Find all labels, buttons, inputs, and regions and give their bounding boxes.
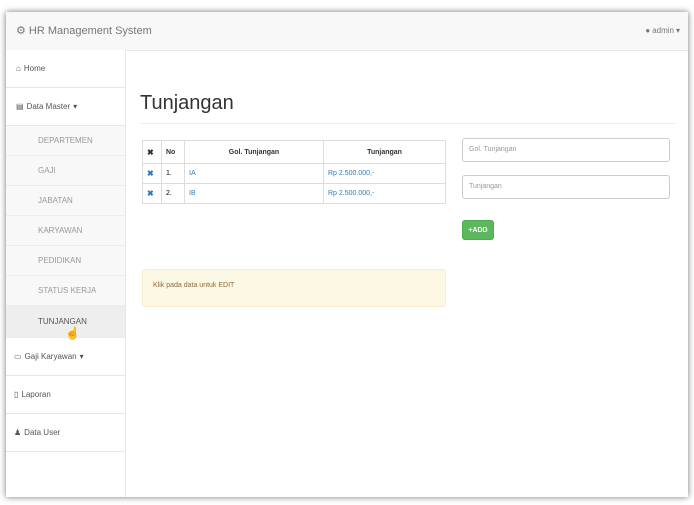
sidebar-item-label: Data Master bbox=[26, 102, 71, 111]
money-icon: ▭ bbox=[14, 352, 22, 361]
table-row[interactable]: ✖ 1. IA Rp 2.500.000,- bbox=[142, 163, 446, 184]
row-amount[interactable]: Rp 2.500.000,- bbox=[323, 183, 446, 204]
sidebar-item-label: Data User bbox=[24, 428, 61, 437]
sidebar-subitem-status-kerja[interactable]: STATUS KERJA bbox=[6, 276, 125, 306]
chevron-down-icon: ▾ bbox=[675, 26, 680, 35]
sidebar: ⌂ Home ▤ Data Master ▾ DEPARTEMEN GAJI J… bbox=[6, 50, 126, 497]
database-icon: ▤ bbox=[16, 102, 24, 111]
sidebar-item-label: Laporan bbox=[21, 390, 51, 399]
table-row[interactable]: ✖ 2. IB Rp 2.500.000,- bbox=[142, 183, 446, 204]
sidebar-item-home[interactable]: ⌂ Home bbox=[6, 50, 125, 88]
delete-column-header: ✖ bbox=[142, 140, 162, 164]
app-window: ⚙ HR Management System ● admin ▾ ⌂ Home … bbox=[6, 12, 688, 497]
row-amount[interactable]: Rp 2.500.000,- bbox=[323, 163, 446, 184]
sidebar-item-laporan[interactable]: ▯ Laporan bbox=[6, 376, 125, 414]
tunjangan-amount-input[interactable]: Tunjangan bbox=[462, 175, 670, 199]
chevron-down-icon: ▾ bbox=[73, 102, 78, 111]
delete-icon[interactable]: ✖ bbox=[142, 163, 162, 184]
brand[interactable]: ⚙ HR Management System bbox=[16, 24, 152, 38]
add-button[interactable]: +ADD bbox=[462, 220, 494, 240]
page-title: Tunjangan bbox=[140, 92, 234, 114]
row-gol[interactable]: IA bbox=[184, 163, 324, 184]
home-icon: ⌂ bbox=[16, 64, 21, 73]
no-column-header: No bbox=[161, 140, 185, 164]
sidebar-subitem-pedidikan[interactable]: PEDIDIKAN bbox=[6, 246, 125, 276]
brand-title: HR Management System bbox=[28, 24, 152, 37]
row-no: 2. bbox=[161, 183, 185, 204]
sidebar-subitem-departemen[interactable]: DEPARTEMEN bbox=[6, 126, 125, 156]
sidebar-item-label: Gaji Karyawan bbox=[24, 352, 77, 361]
hand-cursor-icon: ☝ bbox=[65, 326, 80, 340]
user-menu[interactable]: ● admin ▾ bbox=[645, 26, 680, 35]
sidebar-subitem-gaji[interactable]: GAJI bbox=[6, 156, 125, 186]
edit-hint-alert: Klik pada data untuk EDIT bbox=[142, 269, 446, 307]
main-content: Tunjangan ✖ No Gol. Tunjangan Tunjangan … bbox=[126, 50, 688, 497]
gears-icon: ⚙ bbox=[16, 25, 26, 37]
user-name: admin bbox=[652, 26, 674, 35]
table-header-row: ✖ No Gol. Tunjangan Tunjangan bbox=[142, 140, 446, 164]
divider bbox=[140, 123, 676, 124]
tunjangan-table: ✖ No Gol. Tunjangan Tunjangan ✖ 1. IA Rp… bbox=[142, 140, 446, 204]
sidebar-item-data-user[interactable]: ♟ Data User bbox=[6, 414, 125, 452]
gol-tunjangan-input[interactable]: Gol. Tunjangan bbox=[462, 138, 670, 162]
sidebar-item-gaji-karyawan[interactable]: ▭ Gaji Karyawan ▾ bbox=[6, 338, 125, 376]
chevron-down-icon: ▾ bbox=[79, 352, 84, 361]
gol-column-header: Gol. Tunjangan bbox=[184, 140, 324, 164]
sidebar-subitem-jabatan[interactable]: JABATAN bbox=[6, 186, 125, 216]
delete-icon[interactable]: ✖ bbox=[142, 183, 162, 204]
row-no: 1. bbox=[161, 163, 185, 184]
top-navbar: ⚙ HR Management System ● admin ▾ bbox=[6, 12, 688, 51]
amount-column-header: Tunjangan bbox=[323, 140, 446, 164]
sidebar-item-data-master[interactable]: ▤ Data Master ▾ bbox=[6, 88, 125, 126]
sidebar-subitem-karyawan[interactable]: KARYAWAN bbox=[6, 216, 125, 246]
row-gol[interactable]: IB bbox=[184, 183, 324, 204]
sidebar-item-label: Home bbox=[23, 64, 46, 73]
file-icon: ▯ bbox=[14, 390, 19, 399]
user-icon: ● bbox=[645, 26, 651, 35]
users-icon: ♟ bbox=[14, 428, 22, 437]
